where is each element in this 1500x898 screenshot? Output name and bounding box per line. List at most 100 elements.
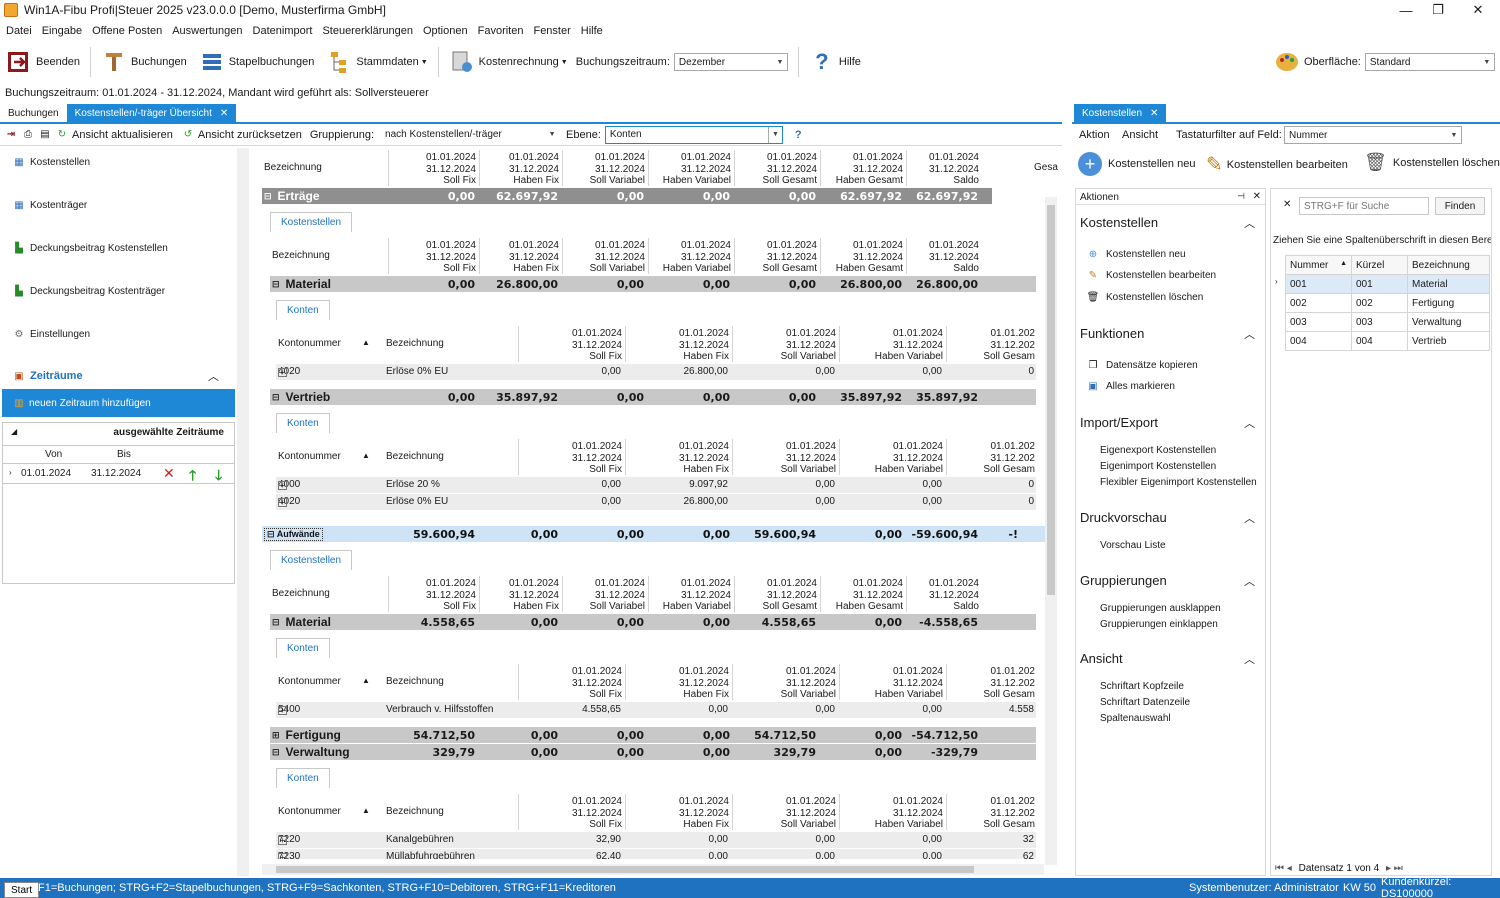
column-header[interactable]: 01.01.2024 31.12.2024 Soll Fix <box>518 326 625 362</box>
search-input[interactable] <box>1299 197 1429 215</box>
action-gruppierungen-ausklappen[interactable]: Gruppierungen ausklappen <box>1100 603 1221 614</box>
header-gesamt[interactable]: Gesar <box>1034 162 1058 173</box>
zeitraeume-header[interactable]: ▣ Zeiträume <box>12 369 82 383</box>
column-header[interactable]: 01.01.2024 31.12.2024 Soll Variabel <box>562 576 648 612</box>
account-value[interactable]: 0,00 <box>518 496 621 507</box>
column-header[interactable]: 01.01.2024 31.12.2024 Soll Variabel <box>562 238 648 274</box>
column-header[interactable]: 01.01.2024 31.12.2024 Soll Fix <box>518 794 625 830</box>
header-kontonummer[interactable]: Kontonummer <box>278 806 341 817</box>
action-kostenstellen-neu[interactable]: ⊕ Kostenstellen neu <box>1086 247 1186 261</box>
column-header[interactable]: 01.01.2024 31.12.2024 Haben Fix <box>479 150 562 186</box>
menu-offene-posten[interactable]: Offene Posten <box>92 25 162 37</box>
chevron-up-icon[interactable]: ︿ <box>1244 326 1255 342</box>
account-value[interactable]: 26.800,00 <box>625 366 729 377</box>
column-header[interactable]: 01.01.2024 31.12.2024 Haben Fix <box>625 664 732 700</box>
next-page-icon[interactable]: ▸ <box>1386 863 1391 874</box>
group-material-aufwaende[interactable]: ⊟ Material 4.558,65 0,00 0,00 0,00 4.558,65 0,… <box>270 614 1036 630</box>
tab-buchungen[interactable]: Buchungen <box>0 104 67 122</box>
table-row[interactable]: +4000 Erlöse 20 % 0,00 9.097,92 0,00 0,00 0 <box>276 477 1036 493</box>
period-row[interactable]: › 01.01.2024 31.12.2024 ✕ 🡑 🡓 <box>3 465 234 483</box>
nav-deckungsbeitrag-kostentraeger[interactable]: ▙ Deckungsbeitrag Kostenträger <box>12 284 165 298</box>
tab-kostenstellen[interactable]: Kostenstellen ✕ <box>1074 104 1167 122</box>
column-header[interactable]: 01.01.2024 31.12.2024 Soll Fix <box>388 238 479 274</box>
reset-view-button[interactable]: ↺ Ansicht zurücksetzen <box>181 128 302 142</box>
action-gruppierungen-einklappen[interactable]: Gruppierungen einklappen <box>1100 619 1218 630</box>
table-row[interactable]: 003 003 Verwaltung <box>1285 312 1490 332</box>
column-header[interactable]: 01.01.2024 31.12.2024 Soll Gesamt <box>734 150 820 186</box>
account-value[interactable]: 0,00 <box>732 479 835 490</box>
action-eigenexport[interactable]: Eigenexport Kostenstellen <box>1100 445 1216 456</box>
table-row[interactable]: +5400 Verbrauch v. Hilfsstoffen 4.558,65 0,… <box>276 702 1036 718</box>
header-bezeichnung[interactable]: Bezeichnung <box>386 676 444 687</box>
column-header[interactable]: 01.01.2024 31.12.2024 Soll Variabel <box>732 794 839 830</box>
column-header[interactable]: 01.01.2024 31.12.2024 Haben Gesamt <box>820 576 906 612</box>
table-row[interactable]: 002 002 Fertigung <box>1285 293 1490 313</box>
nav-kostentraeger[interactable]: ▦ Kostenträger <box>12 198 87 212</box>
prev-page-icon[interactable]: ◂ <box>1287 863 1292 874</box>
account-value[interactable]: 0,00 <box>518 479 621 490</box>
col-nummer[interactable]: Nummer ▲ <box>1285 255 1352 275</box>
section-kostenstellen[interactable]: Kostenstellen <box>1080 215 1158 230</box>
menu-datei[interactable]: Datei <box>6 25 32 37</box>
tab-kostenstellen-uebersicht[interactable]: Kostenstellen/-träger Übersicht ✕ <box>66 104 237 122</box>
group-material-ertraege[interactable]: ⊟ Material 0,00 26.800,00 0,00 0,00 0,00 26.80… <box>270 276 1036 292</box>
move-down-icon[interactable]: 🡓 <box>215 465 222 489</box>
grid-hscroll-thumb[interactable] <box>276 866 974 873</box>
account-description[interactable]: Erlöse 0% EU <box>386 496 448 507</box>
account-value[interactable]: 0 <box>946 496 1034 507</box>
hilfe-button[interactable]: ? Hilfe <box>803 44 867 80</box>
account-number[interactable]: +7220 <box>278 834 300 845</box>
close-tab-icon[interactable]: ✕ <box>220 108 228 119</box>
account-value[interactable]: 0,00 <box>839 496 942 507</box>
menu-ansicht[interactable]: Ansicht <box>1122 129 1158 141</box>
group-ertraege[interactable]: ⊟ Erträge 0,00 62.697,92 0,00 0,00 0,00 62.697… <box>262 188 992 204</box>
subtab-kostenstellen[interactable]: Kostenstellen <box>270 212 353 232</box>
account-value[interactable]: 4.558 <box>946 704 1034 715</box>
start-button[interactable]: Start <box>4 882 40 898</box>
subtab-konten[interactable]: Konten <box>276 413 330 433</box>
account-number[interactable]: +5400 <box>278 704 300 715</box>
column-header[interactable]: 01.01.2024 31.12.2024 Haben Fix <box>625 439 732 475</box>
header-kontonummer[interactable]: Kontonummer <box>278 451 341 462</box>
grouping-select[interactable]: nach Kostenstellen/-träger ▼ <box>380 125 561 144</box>
beenden-button[interactable]: Beenden <box>0 44 86 80</box>
table-row[interactable]: +4020 Erlöse 0% EU 0,00 26.800,00 0,00 0,00 0 <box>276 494 1036 510</box>
close-tab-icon[interactable]: ✕ <box>1150 108 1158 119</box>
expand-icon[interactable]: + <box>278 481 287 490</box>
grid-scroll-thumb[interactable] <box>1047 205 1055 595</box>
account-description[interactable]: Müllabfuhrgebühren <box>386 851 475 859</box>
collapse-icon[interactable]: ︿ <box>208 368 219 384</box>
group-vertrieb[interactable]: ⊟ Vertrieb 0,00 35.897,92 0,00 0,00 0,00 35.89… <box>270 389 1036 405</box>
header-bezeichnung[interactable]: Bezeichnung <box>272 250 330 261</box>
action-flexibler-eigenimport[interactable]: Flexibler Eigenimport Kostenstellen <box>1100 477 1257 488</box>
column-header[interactable]: 01.01.2024 31.12.2024 Haben Fix <box>479 238 562 274</box>
column-header[interactable]: 01.01.2024 31.12.2024 Haben Variabel <box>648 576 734 612</box>
header-bezeichnung[interactable]: Bezeichnung <box>386 806 444 817</box>
chevron-up-icon[interactable]: ︿ <box>1244 215 1255 231</box>
expand-icon[interactable]: + <box>278 498 287 507</box>
action-schriftart-datenzeile[interactable]: Schriftart Datenzeile <box>1100 697 1190 708</box>
nav-kostenstellen[interactable]: ▦ Kostenstellen <box>12 155 90 169</box>
column-header[interactable]: 01.01.2024 31.12.2024 Soll Gesamt <box>734 576 820 612</box>
column-header[interactable]: 01.01.2024 31.12.2024 Soll Fix <box>518 439 625 475</box>
column-header[interactable]: 01.01.2024 31.12.2024 Soll Fix <box>388 150 479 186</box>
kostenstellen-neu-button[interactable]: + Kostenstellen neu <box>1078 152 1195 176</box>
section-gruppierungen[interactable]: Gruppierungen <box>1080 573 1167 588</box>
maximize-button[interactable]: ❐ <box>1418 0 1458 20</box>
column-header[interactable]: 01.01.2024 31.12.2024 Haben Fix <box>479 576 562 612</box>
kostenrechnung-button[interactable]: Kostenrechnung ▼ <box>443 44 574 80</box>
column-header[interactable]: 01.01.2024 31.12.2024 Haben Gesamt <box>820 150 906 186</box>
chevron-up-icon[interactable]: ︿ <box>1244 510 1255 526</box>
period-von[interactable]: 01.01.2024 <box>21 468 71 479</box>
subtab-konten[interactable]: Konten <box>276 638 330 658</box>
column-header[interactable]: 01.01.2024 31.12.2024 Soll Fix <box>518 664 625 700</box>
action-datensaetze-kopieren[interactable]: ❐ Datensätze kopieren <box>1086 358 1198 372</box>
account-value[interactable]: 32,90 <box>518 834 621 845</box>
account-value[interactable]: 0,00 <box>625 704 728 715</box>
buchungen-button[interactable]: Buchungen <box>95 44 193 80</box>
header-bezeichnung[interactable]: Bezeichnung <box>386 451 444 462</box>
column-header[interactable]: 01.01.2024 31.12.2024 Haben Variabel <box>648 238 734 274</box>
print-icon[interactable]: ⎙ <box>21 128 35 142</box>
menu-fenster[interactable]: Fenster <box>533 25 570 37</box>
header-bezeichnung[interactable]: Bezeichnung <box>386 338 444 349</box>
